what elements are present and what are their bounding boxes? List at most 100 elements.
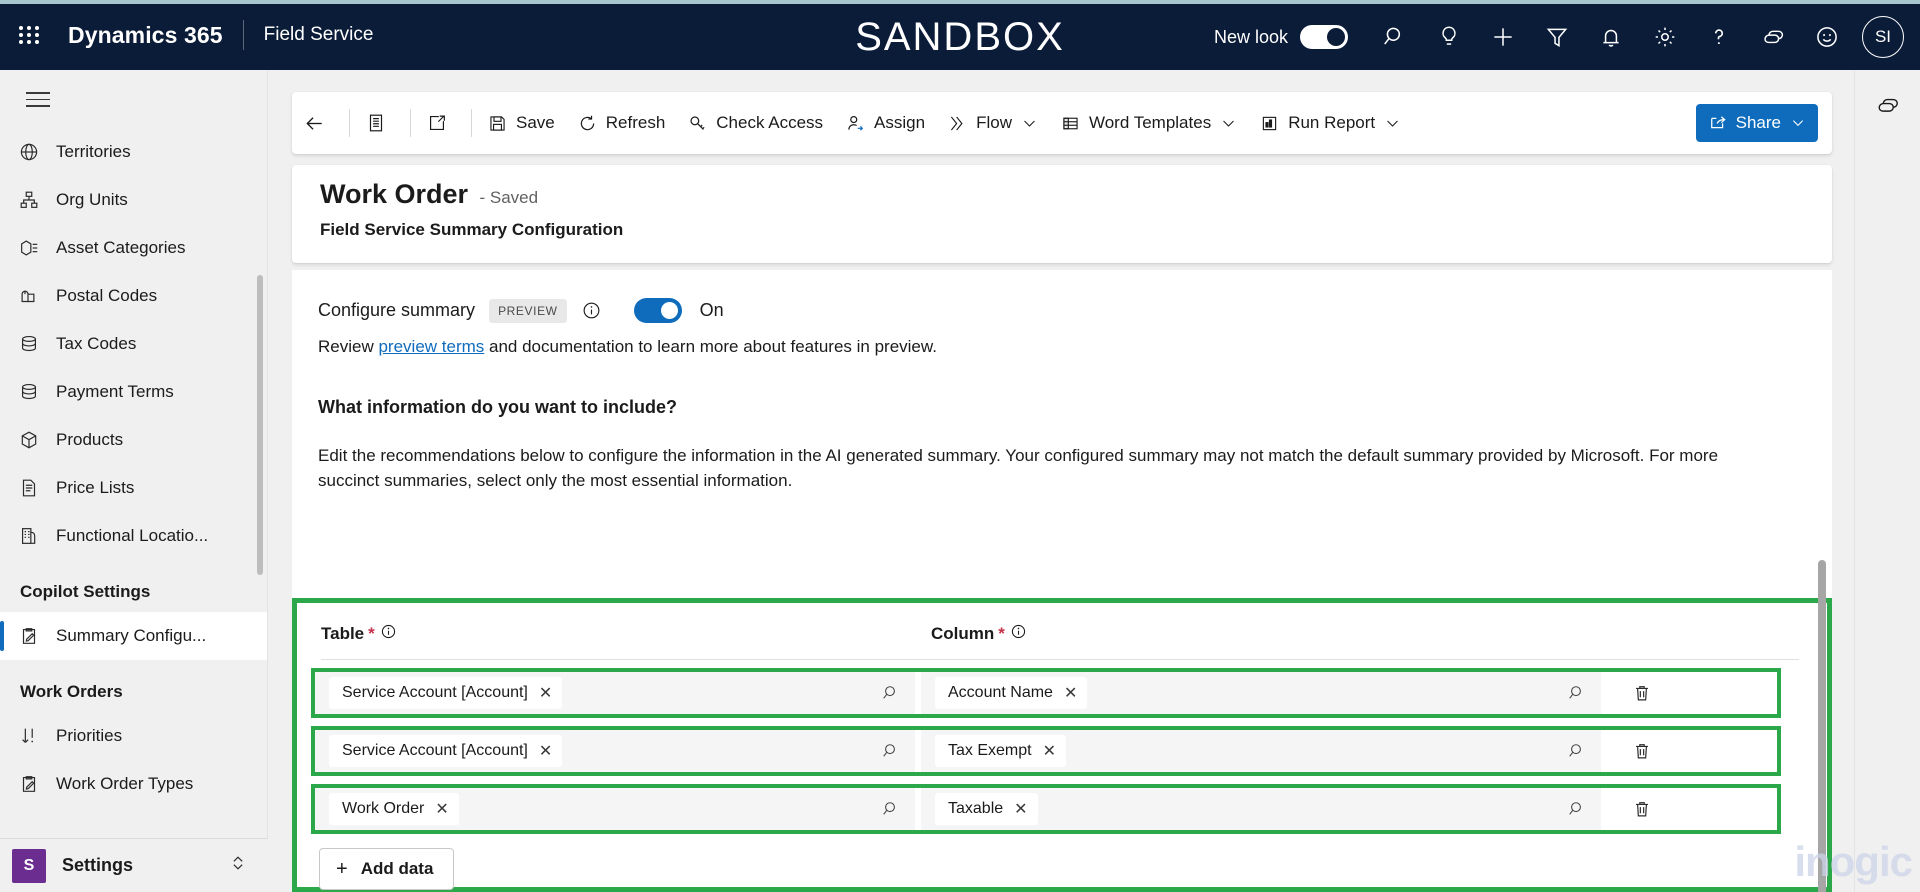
run-report-button[interactable]: Run Report: [1248, 100, 1412, 146]
sidebar-item-territories[interactable]: Territories: [0, 128, 267, 176]
assign-button[interactable]: Assign: [834, 100, 936, 146]
search-icon[interactable]: [881, 799, 901, 819]
search-icon[interactable]: [1567, 741, 1587, 761]
sidebar-area-switcher[interactable]: S Settings: [0, 838, 268, 892]
preview-terms-line: Review preview terms and documentation t…: [292, 323, 1832, 357]
search-icon[interactable]: [881, 683, 901, 703]
sidebar-item-label: Asset Categories: [56, 237, 186, 257]
section-question: What information do you want to include?: [318, 397, 677, 417]
form-scrollbar[interactable]: [1818, 560, 1826, 892]
chevron-down-icon[interactable]: [1021, 115, 1038, 132]
form-subtitle: Field Service Summary Configuration: [320, 220, 624, 239]
chevron-updown-icon[interactable]: [228, 853, 248, 878]
trash-icon[interactable]: [1627, 736, 1657, 766]
copilot-icon[interactable]: [1868, 86, 1908, 126]
new-look-toggle[interactable]: [1300, 25, 1348, 49]
filter-icon[interactable]: [1530, 10, 1584, 64]
table-tag-label: Service Account [Account]: [342, 742, 528, 759]
info-icon[interactable]: [380, 623, 397, 645]
add-data-button[interactable]: + Add data: [319, 848, 455, 890]
copilot-icon[interactable]: [1746, 10, 1800, 64]
bell-icon[interactable]: [1584, 10, 1638, 64]
configure-summary-toggle[interactable]: [633, 298, 682, 323]
clipboard-icon: [18, 625, 56, 647]
review-prefix: Review: [318, 337, 379, 356]
form-selector-button[interactable]: [354, 100, 406, 146]
sidebar-item-payment-terms[interactable]: Payment Terms: [0, 368, 267, 416]
sidebar-item-work-order-types[interactable]: Work Order Types: [0, 760, 267, 808]
trash-icon[interactable]: [1627, 678, 1657, 708]
save-status: - Saved: [479, 188, 539, 207]
table-row[interactable]: Service Account [Account] ✕ Tax Exempt ✕: [311, 726, 1781, 776]
selected-table-tag: Service Account [Account] ✕: [329, 677, 563, 709]
sidebar-item-label: Org Units: [56, 189, 128, 209]
plus-icon: +: [336, 857, 348, 880]
plus-icon[interactable]: [1476, 10, 1530, 64]
close-icon[interactable]: ✕: [1043, 741, 1056, 761]
table-lookup-cell[interactable]: Service Account [Account] ✕: [315, 672, 915, 714]
table-lookup-cell[interactable]: Work Order ✕: [315, 788, 915, 830]
close-icon[interactable]: ✕: [435, 799, 448, 819]
sidebar-item-org-units[interactable]: Org Units: [0, 176, 267, 224]
lightbulb-icon[interactable]: [1422, 10, 1476, 64]
search-icon[interactable]: [1368, 10, 1422, 64]
close-icon[interactable]: ✕: [1064, 683, 1077, 703]
command-divider: [410, 109, 411, 137]
sidebar-item-priorities[interactable]: Priorities: [0, 712, 267, 760]
asset-category-icon: [18, 237, 56, 259]
info-icon[interactable]: [1010, 623, 1027, 645]
search-icon[interactable]: [1567, 799, 1587, 819]
column-tag-label: Tax Exempt: [948, 742, 1032, 759]
popout-button[interactable]: [415, 100, 467, 146]
help-icon[interactable]: [1692, 10, 1746, 64]
refresh-button[interactable]: Refresh: [566, 100, 677, 146]
close-icon[interactable]: ✕: [539, 683, 552, 703]
word-templates-button[interactable]: Word Templates: [1049, 100, 1248, 146]
search-icon[interactable]: [1567, 683, 1587, 703]
chevron-down-icon[interactable]: [1220, 115, 1237, 132]
table-row[interactable]: Work Order ✕ Taxable ✕: [311, 784, 1781, 834]
sidebar-item-functional-locations[interactable]: Functional Locatio...: [0, 512, 267, 560]
chevron-down-icon[interactable]: [1384, 115, 1401, 132]
preview-terms-link[interactable]: preview terms: [378, 337, 484, 356]
sidebar-item-summary-configuration[interactable]: Summary Configu...: [0, 611, 267, 660]
sidebar-item-price-lists[interactable]: Price Lists: [0, 464, 267, 512]
sidebar-item-postal-codes[interactable]: Postal Codes: [0, 272, 267, 320]
sidebar-navigation: Territories Org Units Asset Categories P…: [0, 70, 268, 892]
table-header-label: Table: [321, 624, 365, 643]
flow-button[interactable]: Flow: [936, 100, 1049, 146]
smiley-icon[interactable]: [1800, 10, 1854, 64]
right-rail: [1854, 70, 1920, 892]
sidebar-group-work-orders: Work Orders: [20, 681, 123, 701]
app-name-label[interactable]: Field Service: [264, 24, 374, 46]
close-icon[interactable]: ✕: [1014, 799, 1027, 819]
save-button[interactable]: Save: [476, 100, 566, 146]
brand-title[interactable]: Dynamics 365: [68, 22, 223, 49]
back-button[interactable]: [292, 100, 345, 146]
table-tag-label: Work Order: [342, 800, 425, 817]
gear-icon[interactable]: [1638, 10, 1692, 64]
sidebar-item-products[interactable]: Products: [0, 416, 267, 464]
sidebar-scrollbar[interactable]: [257, 275, 263, 575]
table-row[interactable]: Service Account [Account] ✕ Account Name…: [311, 668, 1781, 718]
close-icon[interactable]: ✕: [539, 741, 552, 761]
brand-divider: [242, 20, 244, 50]
column-lookup-cell[interactable]: Account Name ✕: [921, 672, 1601, 714]
column-lookup-cell[interactable]: Taxable ✕: [921, 788, 1601, 830]
share-button[interactable]: Share: [1695, 104, 1818, 142]
search-icon[interactable]: [881, 741, 901, 761]
sidebar-item-asset-categories[interactable]: Asset Categories: [0, 224, 267, 272]
add-data-label: Add data: [360, 859, 434, 878]
info-icon[interactable]: [581, 300, 602, 321]
avatar[interactable]: SI: [1862, 16, 1904, 58]
app-launcher-button[interactable]: [0, 0, 58, 70]
table-lookup-cell[interactable]: Service Account [Account] ✕: [315, 730, 915, 772]
hamburger-menu-icon[interactable]: [0, 70, 267, 128]
chevron-down-icon[interactable]: [1790, 115, 1806, 131]
save-icon: [487, 113, 508, 134]
check-access-button[interactable]: Check Access: [676, 100, 834, 146]
sort-icon: [18, 725, 56, 747]
trash-icon[interactable]: [1627, 794, 1657, 824]
column-lookup-cell[interactable]: Tax Exempt ✕: [921, 730, 1601, 772]
sidebar-item-tax-codes[interactable]: Tax Codes: [0, 320, 267, 368]
